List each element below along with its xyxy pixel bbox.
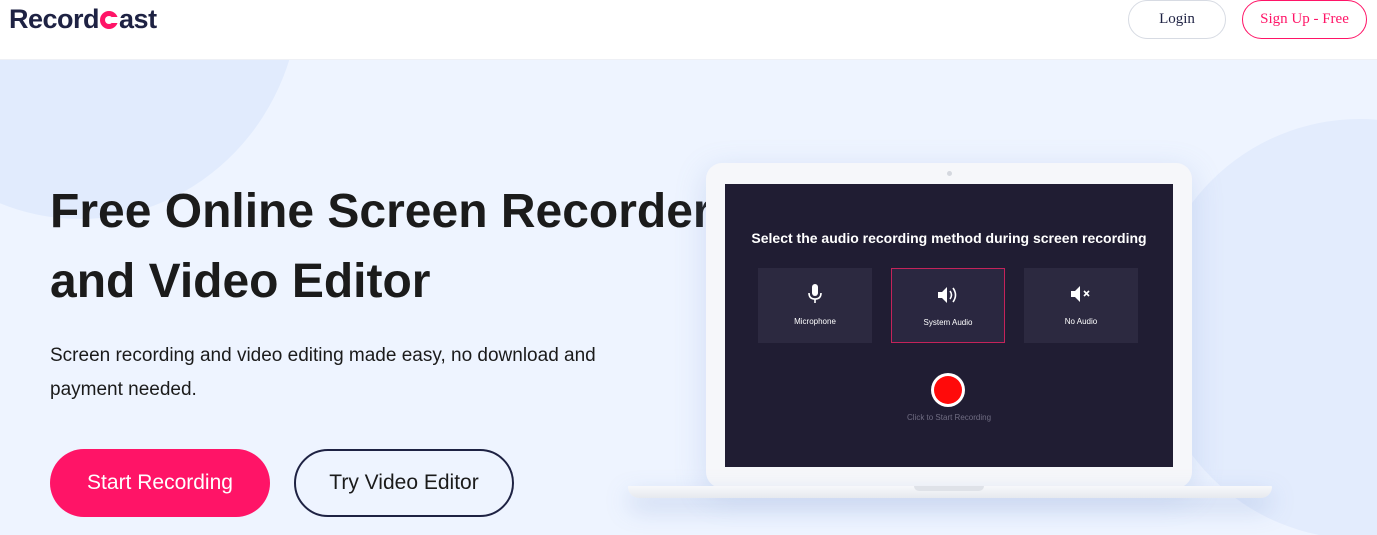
laptop-screen: Select the audio recording method during… [725, 184, 1173, 467]
speaker-muted-icon [1070, 283, 1092, 305]
site-header: Record ast Login Sign Up - Free [0, 0, 1377, 60]
logo-c-icon [100, 11, 121, 29]
option-label: No Audio [1064, 317, 1098, 326]
screen-heading: Select the audio recording method during… [751, 230, 1147, 246]
option-system-audio[interactable]: System Audio [891, 268, 1005, 343]
record-hint: Click to Start Recording [906, 413, 992, 422]
try-video-editor-button[interactable]: Try Video Editor [294, 449, 514, 517]
speaker-icon [937, 284, 959, 306]
recordcast-logo[interactable]: Record ast [9, 3, 157, 35]
option-label: System Audio [923, 318, 973, 327]
record-dot-icon [934, 376, 962, 404]
microphone-icon [808, 283, 822, 305]
signup-button[interactable]: Sign Up - Free [1242, 0, 1367, 39]
laptop-notch [914, 486, 984, 491]
option-no-audio[interactable]: No Audio [1024, 268, 1138, 343]
logo-text-after: ast [119, 3, 157, 34]
hero-subtitle: Screen recording and video editing made … [50, 345, 596, 400]
login-button[interactable]: Login [1128, 0, 1226, 39]
laptop-illustration: Select the audio recording method during… [706, 163, 1192, 488]
hero-section: Free Online Screen Recorder and Video Ed… [0, 59, 1377, 535]
laptop-camera [947, 171, 952, 176]
page-title: Free Online Screen Recorder and Video Ed… [50, 185, 712, 308]
start-recording-button[interactable]: Start Recording [50, 449, 270, 517]
option-label: Microphone [794, 317, 836, 326]
logo-text-before: Record [9, 3, 100, 34]
laptop-base [628, 486, 1272, 498]
record-button[interactable] [931, 373, 965, 407]
option-microphone[interactable]: Microphone [758, 268, 872, 343]
